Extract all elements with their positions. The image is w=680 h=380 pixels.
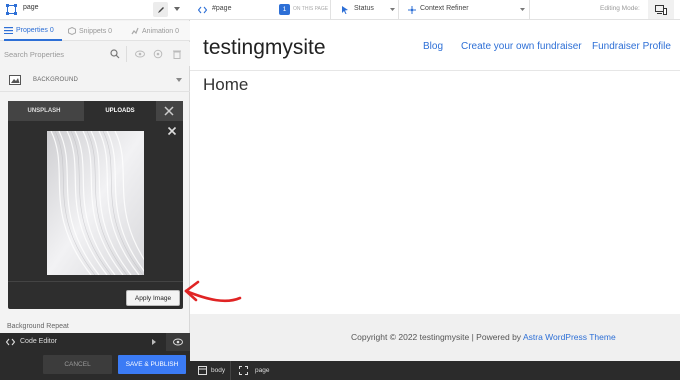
eye-icon xyxy=(173,338,183,346)
code-editor-label: Code Editor xyxy=(20,338,57,345)
background-section-row[interactable]: BACKGROUND xyxy=(0,68,190,92)
picker-divider xyxy=(8,281,183,282)
cancel-button[interactable]: CANCEL xyxy=(43,355,112,374)
preview-toggle[interactable] xyxy=(166,333,190,351)
tab-unsplash[interactable]: UNSPLASH xyxy=(8,101,80,121)
search-icon[interactable] xyxy=(110,49,120,59)
background-image-icon xyxy=(9,75,21,85)
tab-properties-label: Properties 0 xyxy=(16,26,54,34)
nav-link-blog[interactable]: Blog xyxy=(423,41,443,52)
selector-target-icon[interactable] xyxy=(6,4,17,15)
current-selector[interactable]: #page xyxy=(212,5,231,12)
selector-bar: page xyxy=(0,0,190,20)
trash-icon[interactable] xyxy=(172,49,182,59)
background-label: BACKGROUND xyxy=(33,77,79,83)
on-page-count-badge: 1 xyxy=(279,4,290,15)
animation-icon xyxy=(131,27,139,35)
panel-tabs: Properties 0 Snippets 0 Animation 0 xyxy=(0,21,190,41)
uploaded-image-thumbnail[interactable] xyxy=(47,131,144,275)
tab-uploads-label: UPLOADS xyxy=(105,108,135,114)
site-footer: Copyright © 2022 testingmysite | Powered… xyxy=(190,314,680,361)
device-mode-button[interactable] xyxy=(648,0,674,19)
site-title[interactable]: testingmysite xyxy=(203,36,326,60)
caret-right-icon[interactable] xyxy=(152,339,156,345)
chevron-down-icon[interactable] xyxy=(390,8,395,11)
page-heading: Home xyxy=(203,75,249,94)
theme-link[interactable]: Astra WordPress Theme xyxy=(523,332,616,342)
breadcrumb-body[interactable]: body xyxy=(211,367,225,374)
tab-uploads[interactable]: UPLOADS xyxy=(84,101,156,121)
context-refiner-dropdown[interactable]: Context Refiner xyxy=(420,5,469,12)
chevron-down-icon[interactable] xyxy=(176,78,182,82)
chevron-down-icon[interactable] xyxy=(174,7,180,11)
code-icon xyxy=(6,338,15,346)
list-icon xyxy=(4,26,13,34)
settings-icon[interactable] xyxy=(153,49,163,59)
divider xyxy=(126,46,127,62)
search-properties-input[interactable] xyxy=(4,47,104,61)
divider xyxy=(330,0,331,20)
cube-icon xyxy=(68,27,76,35)
search-row xyxy=(0,42,190,66)
tab-unsplash-label: UNSPLASH xyxy=(27,108,61,114)
cursor-icon xyxy=(342,6,348,14)
tab-snippets[interactable]: Snippets 0 xyxy=(68,21,126,41)
action-bar: CANCEL SAVE & PUBLISH xyxy=(0,351,190,380)
devices-icon xyxy=(655,4,667,15)
eye-icon[interactable] xyxy=(135,49,145,59)
tab-animation-label: Animation 0 xyxy=(142,27,179,35)
body-icon xyxy=(198,366,207,375)
nav-link-create-fundraiser[interactable]: Create your own fundraiser xyxy=(461,41,582,52)
close-icon[interactable] xyxy=(167,126,177,136)
edit-pencil-icon[interactable] xyxy=(153,2,168,17)
divider xyxy=(230,361,231,380)
apply-image-button[interactable]: Apply Image xyxy=(126,290,180,306)
properties-panel: page Properties 0 Snippets 0 Animation 0 xyxy=(0,0,190,380)
on-page-label: ON THIS PAGE xyxy=(293,6,329,12)
breadcrumb-page[interactable]: page xyxy=(255,367,269,374)
save-publish-button[interactable]: SAVE & PUBLISH xyxy=(118,355,186,374)
breadcrumb-bar: body page xyxy=(190,361,680,380)
footer-copyright: Copyright © 2022 testingmysite | Powered… xyxy=(351,332,616,342)
chevron-down-icon[interactable] xyxy=(520,8,525,11)
divider xyxy=(529,0,530,20)
status-dropdown[interactable]: Status xyxy=(354,5,374,12)
selector-text[interactable]: page xyxy=(23,4,39,11)
code-icon xyxy=(198,6,207,14)
header-divider xyxy=(190,70,680,71)
tab-properties[interactable]: Properties 0 xyxy=(4,21,62,41)
page-select-icon xyxy=(239,366,248,375)
code-editor-bar[interactable]: Code Editor xyxy=(0,333,190,351)
editor-topbar: #page 1 ON THIS PAGE Status Context Refi… xyxy=(190,0,680,20)
tab-animation[interactable]: Animation 0 xyxy=(131,21,189,41)
copyright-text: Copyright © 2022 testingmysite | Powered… xyxy=(351,332,523,342)
editing-mode-label: Editing Mode: xyxy=(600,5,640,12)
annotation-arrow-icon xyxy=(184,280,242,303)
tab-snippets-label: Snippets 0 xyxy=(79,27,113,35)
close-icon[interactable] xyxy=(163,105,175,117)
image-picker-tabs: UNSPLASH UPLOADS xyxy=(8,101,183,121)
divider xyxy=(398,0,399,20)
background-repeat-label: Background Repeat xyxy=(7,323,69,330)
image-picker-dialog: UNSPLASH UPLOADS xyxy=(8,101,183,309)
crosshair-icon xyxy=(408,6,416,14)
nav-link-fundraiser-profile[interactable]: Fundraiser Profile xyxy=(592,41,671,52)
